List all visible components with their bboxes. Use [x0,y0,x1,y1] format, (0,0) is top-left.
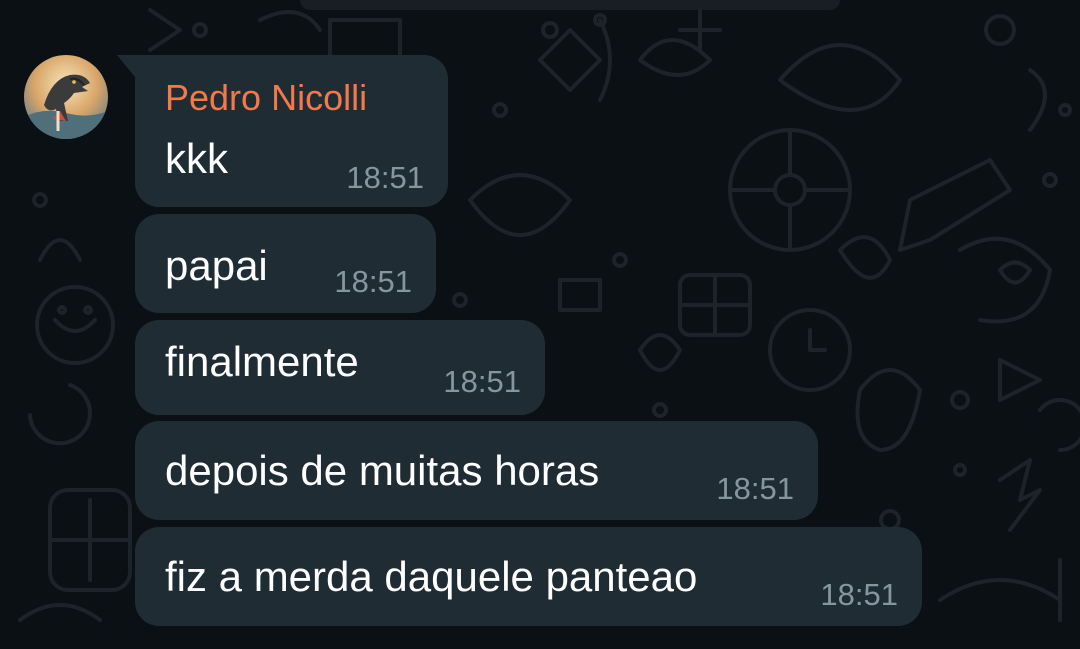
message-bubble[interactable]: papai 18:51 [135,214,436,313]
message-bubble[interactable]: Pedro Nicolli kkk 18:51 [135,55,448,207]
message-bubble[interactable]: depois de muitas horas 18:51 [135,421,818,520]
message-text: fiz a merda daquele panteao [165,553,698,600]
message-bubble[interactable]: finalmente 18:51 [135,320,545,415]
message-time: 18:51 [346,160,424,195]
message-text: depois de muitas horas [165,447,600,494]
dinosaur-avatar-icon [24,55,108,139]
message-time: 18:51 [334,264,412,299]
bubble-tail [117,55,135,77]
message-time: 18:51 [443,364,521,399]
sender-avatar[interactable] [24,55,108,139]
message-text: kkk [165,135,228,182]
message-text: finalmente [165,338,359,385]
sender-name[interactable]: Pedro Nicolli [165,77,367,119]
message-text: papai [165,242,268,289]
message-time: 18:51 [820,577,898,612]
message-bubble[interactable]: fiz a merda daquele panteao 18:51 [135,527,922,626]
top-bar-edge [300,0,840,10]
message-time: 18:51 [716,471,794,506]
